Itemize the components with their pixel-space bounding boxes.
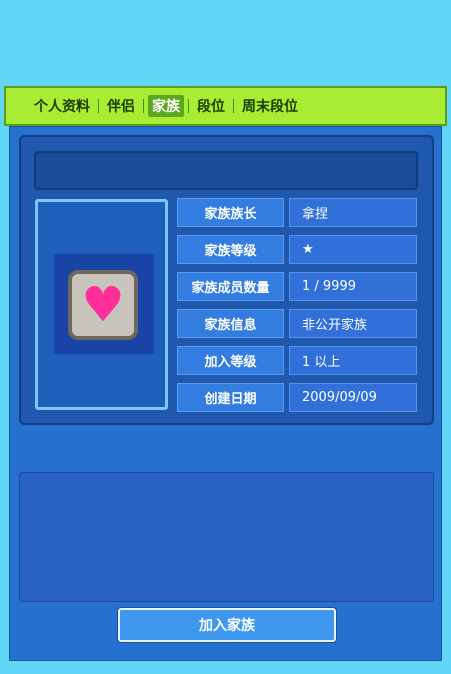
join-family-button[interactable]: 加入家族 [117,607,337,643]
tab-divider [143,99,144,113]
label-created-date: 创建日期 [177,383,284,412]
label-family-level: 家族等级 [177,235,284,264]
family-description-box [19,472,434,602]
label-family-leader: 家族族长 [177,198,284,227]
label-member-count: 家族成员数量 [177,272,284,301]
tab-weekend-rank[interactable]: 周末段位 [238,95,302,117]
label-join-level: 加入等级 [177,346,284,375]
tab-family[interactable]: 家族 [148,95,184,117]
value-member-count: 1 / 9999 [289,272,417,301]
value-family-info: 非公开家族 [289,309,417,338]
value-join-level: 1 以上 [289,346,417,375]
value-family-leader: 拿捏 [289,198,417,227]
tab-partner[interactable]: 伴侣 [103,95,139,117]
value-family-level: ★ [289,235,417,264]
tab-divider [188,99,189,113]
tab-profile[interactable]: 个人资料 [30,95,94,117]
tab-divider [98,99,99,113]
tab-rank[interactable]: 段位 [193,95,229,117]
family-name-bar [34,151,418,190]
pink-heart-icon: ♥ [81,277,125,333]
family-emblem: ♥ [68,270,138,340]
label-family-info: 家族信息 [177,309,284,338]
tab-divider [233,99,234,113]
value-created-date: 2009/09/09 [289,383,417,412]
tab-bar: 个人资料 伴侣 家族 段位 周末段位 [4,86,447,126]
